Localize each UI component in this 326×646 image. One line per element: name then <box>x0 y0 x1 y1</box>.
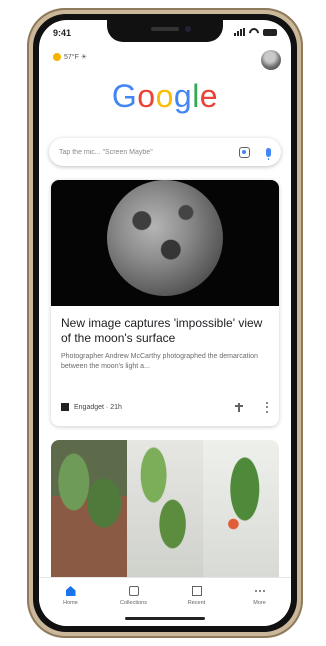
nav-label: Home <box>63 600 78 606</box>
weather-widget[interactable]: 57°F ☀ <box>53 53 87 61</box>
home-indicator[interactable] <box>125 617 205 620</box>
nav-more[interactable]: More <box>228 578 291 626</box>
recent-icon <box>191 586 202 596</box>
news-card[interactable]: New image captures 'impossible' view of … <box>51 180 279 426</box>
article-footer: Engadget · 21h <box>61 400 269 414</box>
search-input[interactable]: Tap the mic... "Screen Maybe" <box>59 149 239 156</box>
plant-image <box>127 440 203 580</box>
nav-label: More <box>253 600 266 606</box>
camera <box>185 26 191 32</box>
nav-home[interactable]: Home <box>39 578 102 626</box>
more-vert-icon[interactable] <box>266 401 269 413</box>
article-source: Engadget · 21h <box>74 403 122 411</box>
mic-icon[interactable] <box>266 147 271 160</box>
moon-image <box>107 180 223 296</box>
logo-letter: e <box>199 78 219 114</box>
sun-icon <box>53 53 61 61</box>
article-snippet: Photographer Andrew McCarthy photographe… <box>61 353 258 370</box>
phone-screen: 9:41 57°F ☀ Google Tap the mic... "Scree… <box>39 20 291 626</box>
share-icon[interactable] <box>234 402 244 412</box>
speaker <box>151 27 179 31</box>
search-bar[interactable]: Tap the mic... "Screen Maybe" <box>49 138 281 166</box>
more-icon <box>254 586 265 596</box>
logo-letter: G <box>111 78 138 114</box>
logo-letter: o <box>155 78 174 114</box>
google-logo: Google <box>39 78 291 115</box>
article-title[interactable]: New image captures 'impossible' view of … <box>61 316 271 346</box>
status-icons <box>234 28 277 36</box>
avatar[interactable] <box>261 50 281 70</box>
logo-letter: g <box>173 78 193 114</box>
lens-icon[interactable] <box>239 146 250 158</box>
wifi-icon <box>249 28 259 36</box>
article-image[interactable] <box>51 180 279 306</box>
battery-icon <box>263 28 277 36</box>
plant-image <box>203 440 279 580</box>
notch <box>107 20 223 42</box>
home-icon <box>65 586 76 596</box>
status-time: 9:41 <box>53 28 72 38</box>
plant-image <box>51 440 127 580</box>
plants-card[interactable] <box>51 440 279 580</box>
source-logo-icon <box>61 403 69 411</box>
nav-label: Collections <box>120 600 147 606</box>
logo-letter: o <box>137 78 156 114</box>
weather-temp: 57°F ☀ <box>64 54 88 61</box>
phone-frame: 9:41 57°F ☀ Google Tap the mic... "Scree… <box>27 8 303 638</box>
logo-letter: l <box>192 78 200 114</box>
signal-icon <box>234 28 245 36</box>
nav-label: Recent <box>187 600 206 606</box>
collections-icon <box>128 586 139 596</box>
